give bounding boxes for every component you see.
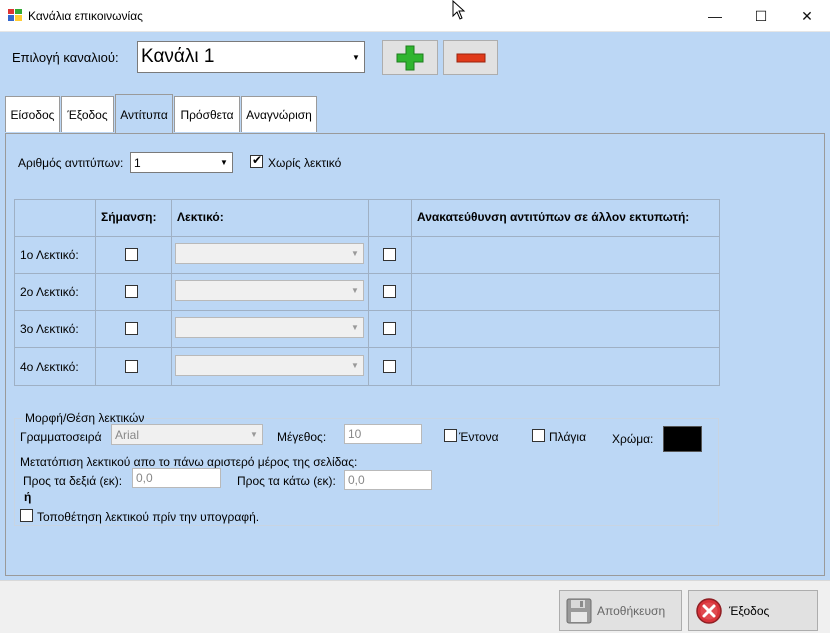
down-offset-input[interactable]: 0,0 bbox=[344, 470, 432, 490]
remove-channel-button[interactable] bbox=[443, 40, 498, 75]
row-2-redirect-checkbox[interactable] bbox=[383, 285, 396, 298]
no-label-checkbox[interactable] bbox=[250, 153, 263, 168]
size-label: Μέγεθος: bbox=[277, 430, 327, 444]
copies-count-select[interactable]: 1 ▼ bbox=[130, 152, 233, 173]
plus-icon bbox=[396, 45, 424, 70]
right-offset-input[interactable]: 0,0 bbox=[132, 468, 221, 488]
bold-label: Έντονα bbox=[459, 430, 499, 444]
row-1-redirect-checkbox[interactable] bbox=[383, 248, 396, 261]
row-4-label-select[interactable]: ▼ bbox=[175, 355, 364, 376]
grid-line bbox=[368, 199, 369, 386]
or-label: ή bbox=[24, 490, 32, 504]
save-button-label: Αποθήκευση bbox=[597, 603, 666, 618]
chevron-down-icon: ▼ bbox=[351, 361, 359, 370]
close-button[interactable]: ✕ bbox=[784, 0, 830, 32]
chevron-down-icon: ▼ bbox=[351, 323, 359, 332]
chevron-down-icon: ▼ bbox=[250, 430, 258, 439]
copies-count-label: Αριθμός αντιτύπων: bbox=[18, 156, 124, 170]
tab-label: Έξοδος bbox=[67, 107, 108, 122]
channel-select-value: Κανάλι 1 bbox=[141, 46, 215, 67]
grid-line bbox=[14, 236, 720, 237]
chevron-down-icon: ▼ bbox=[220, 158, 228, 167]
italic-label: Πλάγια bbox=[549, 430, 587, 444]
down-offset-label: Προς τα κάτω (εκ): bbox=[237, 474, 336, 488]
minimize-button[interactable]: — bbox=[692, 0, 738, 32]
tab-label: Είσοδος bbox=[10, 107, 55, 122]
app-icon bbox=[8, 9, 22, 21]
no-label-checkbox-label: Χωρίς λεκτικό bbox=[268, 156, 342, 170]
grid-line bbox=[171, 199, 172, 386]
row-3-name: 3ο Λεκτικό: bbox=[20, 322, 79, 336]
channel-select[interactable]: Κανάλι 1 ▼ bbox=[137, 41, 365, 73]
grid-line bbox=[14, 347, 720, 348]
before-sign-label: Τοποθέτηση λεκτικού πρίν την υπογραφή. bbox=[37, 510, 260, 524]
mouse-cursor-icon bbox=[452, 0, 466, 20]
exit-button[interactable]: Έξοδος bbox=[688, 590, 818, 631]
grid-line bbox=[14, 310, 720, 311]
bold-checkbox[interactable] bbox=[444, 429, 457, 442]
tab-label: Πρόσθετα bbox=[180, 107, 234, 122]
window-title: Κανάλια επικοινωνίας bbox=[28, 9, 143, 23]
size-input-value: 10 bbox=[348, 427, 362, 441]
header-redirect: Ανακατεύθυνση αντιτύπων σε άλλον εκτυπωτ… bbox=[417, 210, 690, 224]
copies-count-value: 1 bbox=[134, 155, 141, 170]
save-button[interactable]: Αποθήκευση bbox=[559, 590, 682, 631]
tab-label: Αντίτυπα bbox=[120, 107, 168, 122]
minus-icon bbox=[456, 53, 485, 62]
close-icon: ✕ bbox=[801, 7, 813, 24]
row-1-mark-checkbox[interactable] bbox=[125, 248, 138, 261]
row-2-name: 2ο Λεκτικό: bbox=[20, 285, 79, 299]
maximize-button[interactable]: ☐ bbox=[738, 0, 784, 32]
chevron-down-icon: ▼ bbox=[352, 52, 360, 62]
grid-line bbox=[411, 199, 412, 386]
italic-checkbox[interactable] bbox=[532, 429, 545, 442]
header-label: Λεκτικό: bbox=[177, 210, 224, 224]
tab-extras[interactable]: Πρόσθετα bbox=[174, 96, 240, 132]
chevron-down-icon: ▼ bbox=[351, 286, 359, 295]
exit-button-label: Έξοδος bbox=[729, 603, 770, 618]
row-3-label-select[interactable]: ▼ bbox=[175, 317, 364, 338]
title-bar: Κανάλια επικοινωνίας — ☐ ✕ bbox=[0, 0, 830, 32]
offset-label: Μετατόπιση λεκτικού απο το πάνω αριστερό… bbox=[20, 455, 358, 469]
row-2-label-select[interactable]: ▼ bbox=[175, 280, 364, 301]
tab-output[interactable]: Έξοδος bbox=[61, 96, 114, 132]
chevron-down-icon: ▼ bbox=[351, 249, 359, 258]
right-offset-value: 0,0 bbox=[136, 471, 153, 485]
copies-grid bbox=[14, 199, 720, 386]
row-1-label-select[interactable]: ▼ bbox=[175, 243, 364, 264]
down-offset-value: 0,0 bbox=[348, 473, 365, 487]
before-sign-checkbox[interactable] bbox=[20, 509, 33, 522]
tab-input[interactable]: Είσοδος bbox=[5, 96, 60, 132]
row-3-redirect-checkbox[interactable] bbox=[383, 322, 396, 335]
font-select[interactable]: Arial ▼ bbox=[111, 424, 263, 445]
row-1-name: 1ο Λεκτικό: bbox=[20, 248, 79, 262]
color-label: Χρώμα: bbox=[612, 432, 654, 446]
tab-label: Αναγνώριση bbox=[246, 107, 312, 122]
tab-copies[interactable]: Αντίτυπα bbox=[115, 94, 173, 134]
font-label: Γραμματοσειρά bbox=[20, 430, 102, 444]
format-group-title: Μορφή/Θέση λεκτικών bbox=[24, 411, 146, 425]
minimize-icon: — bbox=[708, 8, 722, 24]
row-3-mark-checkbox[interactable] bbox=[125, 322, 138, 335]
color-swatch[interactable] bbox=[663, 426, 702, 452]
header-mark: Σήμανση: bbox=[101, 210, 157, 224]
size-input[interactable]: 10 bbox=[344, 424, 422, 444]
floppy-disk-icon bbox=[566, 598, 592, 623]
channel-label: Επιλογή καναλιού: bbox=[12, 50, 119, 65]
right-offset-label: Προς τα δεξιά (εκ): bbox=[23, 474, 123, 488]
grid-line bbox=[14, 273, 720, 274]
row-4-redirect-checkbox[interactable] bbox=[383, 360, 396, 373]
maximize-icon: ☐ bbox=[754, 7, 768, 24]
close-circle-icon bbox=[696, 597, 722, 624]
add-channel-button[interactable] bbox=[382, 40, 438, 75]
row-2-mark-checkbox[interactable] bbox=[125, 285, 138, 298]
row-4-name: 4ο Λεκτικό: bbox=[20, 360, 79, 374]
font-select-value: Arial bbox=[115, 427, 140, 442]
grid-line bbox=[95, 199, 96, 386]
tab-recognition[interactable]: Αναγνώριση bbox=[241, 96, 317, 132]
row-4-mark-checkbox[interactable] bbox=[125, 360, 138, 373]
